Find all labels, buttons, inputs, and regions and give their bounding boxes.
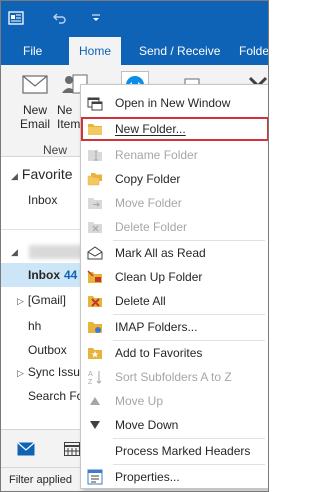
rename-folder-icon [81,143,109,167]
menu-item-label: Move Up [115,394,164,408]
menu-item-properties[interactable]: Properties... [81,465,268,489]
menu-item-move-up[interactable]: Move Up [81,389,268,413]
expand-triangle-icon: ▷ [17,368,24,378]
arrow-down-icon [81,413,109,437]
open-window-icon [81,91,109,115]
new-email-icon [20,69,50,99]
menu-item-label: Mark All as Read [115,246,206,260]
menu-item-label: Copy Folder [115,172,181,186]
new-email-label-line2: Email [19,117,50,131]
menu-item-label: Sort Subfolders A to Z [115,370,232,384]
menu-item-label: Open in New Window [115,96,231,110]
new-folder-icon [81,117,109,141]
menu-item-add-to-favorites[interactable]: Add to Favorites [81,341,268,365]
folder-gmail-label: [Gmail] [27,293,66,307]
outlook-window: File Home Send / Receive Folde New Email… [0,0,269,492]
menu-item-label: Move Folder [115,196,182,210]
favorites-star-icon [81,341,109,365]
menu-item-move-down[interactable]: Move Down [81,413,268,437]
ribbon-tabs: File Home Send / Receive Folde [1,37,268,65]
menu-item-open-in-new-window[interactable]: Open in New Window [81,91,268,115]
inbox-label: Inbox [28,268,60,282]
mark-read-icon [81,241,109,265]
clean-up-icon [81,265,109,289]
menu-item-label: Clean Up Folder [115,270,203,284]
collapse-triangle-icon: ◢ [11,247,18,257]
tab-send-receive[interactable]: Send / Receive [133,37,226,65]
menu-item-label: New Folder... [115,122,186,136]
expand-triangle-icon: ▷ [17,296,24,306]
mail-module-button[interactable] [1,430,51,468]
collapse-triangle-icon: ◢ [11,171,18,181]
menu-item-label: Delete Folder [115,220,188,234]
favorites-header-label: Favorite [21,166,73,182]
menu-item-label: Delete All [115,294,166,308]
properties-icon [81,465,109,489]
menu-item-label: Properties... [115,470,180,484]
menu-item-label: Process Marked Headers [115,444,251,458]
menu-item-label: Add to Favorites [115,346,203,360]
folder-context-menu: Open in New Window New Folder... Rename … [80,84,268,489]
undo-icon[interactable] [51,9,69,27]
tab-folder[interactable]: Folde [233,37,268,65]
menu-item-sort-subfolders[interactable]: AZ Sort Subfolders A to Z [81,365,268,389]
menu-item-rename-folder[interactable]: Rename Folder [81,143,268,167]
quick-access-dropdown-icon[interactable] [87,9,105,27]
menu-item-label: IMAP Folders... [115,320,198,334]
arrow-up-icon [81,389,109,413]
menu-item-delete-all[interactable]: Delete All [81,289,268,313]
new-email-button[interactable]: New Email [15,69,55,131]
menu-item-process-marked-headers[interactable]: Process Marked Headers [81,439,268,463]
tab-home[interactable]: Home [69,37,121,65]
menu-item-clean-up-folder[interactable]: Clean Up Folder [81,265,268,289]
menu-item-imap-folders[interactable]: IMAP Folders... [81,315,268,339]
sort-az-icon: AZ [81,365,109,389]
delete-all-icon [81,289,109,313]
move-folder-icon [81,191,109,215]
title-bar [1,1,268,37]
calendar-icon [64,442,80,456]
menu-item-label: Move Down [115,418,179,432]
menu-item-icon-blank [81,439,109,463]
menu-item-new-folder[interactable]: New Folder... [81,117,268,141]
menu-item-copy-folder[interactable]: Copy Folder [81,167,268,191]
copy-folder-icon [81,167,109,191]
mail-icon [17,442,35,456]
delete-folder-icon [81,215,109,239]
status-filter-text: Filter applied [9,474,72,486]
ribbon-group-new-label: New [43,143,68,157]
menu-item-label: Rename Folder [115,148,198,162]
menu-item-delete-folder[interactable]: Delete Folder [81,215,268,239]
menu-item-mark-all-as-read[interactable]: Mark All as Read [81,241,268,265]
svg-text:Z: Z [88,379,93,385]
new-email-label-line1: New [22,103,47,117]
folder-sync-issues-label: Sync Issue [27,365,87,379]
imap-folders-icon [81,315,109,339]
inbox-unread-count: 44 [64,268,78,282]
outlook-app-icon[interactable] [7,9,25,27]
menu-item-move-folder[interactable]: Move Folder [81,191,268,215]
tab-file[interactable]: File [17,37,48,65]
svg-text:A: A [88,371,93,378]
